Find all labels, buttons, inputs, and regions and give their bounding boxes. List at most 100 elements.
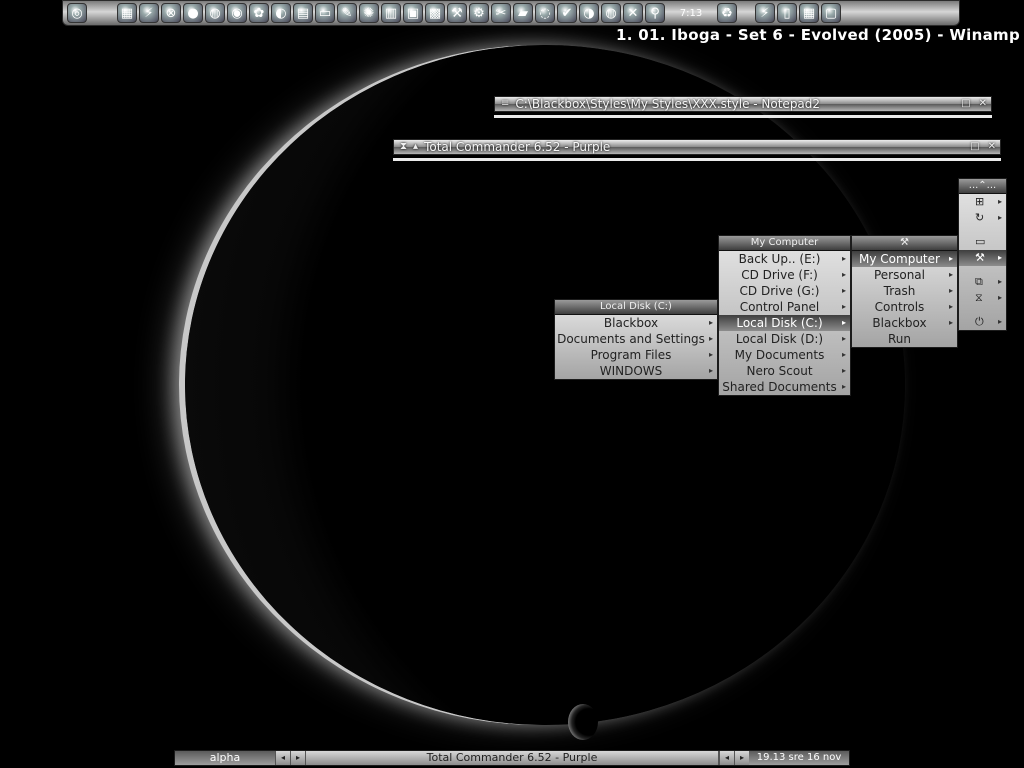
menu-item-nero-scout[interactable]: Nero Scout ▸ [719,363,850,379]
ok-icon[interactable]: ✔ [557,3,577,23]
submenu-arrow-icon: ▸ [841,350,846,359]
menu-item-windows[interactable]: WINDOWS ▸ [555,363,717,379]
tc-window-titlebar[interactable]: ⧗ ▴ Total Commander 6.52 - Purple □ ✕ [393,139,1001,155]
terminal-icon[interactable]: ▢ [821,3,841,23]
menu-item-label: Local Disk (D:) [735,332,824,346]
winamp-track-title[interactable]: 1. 01. Iboga - Set 6 - Evolved (2005) - … [616,26,1020,44]
menu-item-apps[interactable]: ⊞ ▸ [959,194,1006,210]
submenu-arrow-icon: ▸ [841,318,846,327]
task-prev-button[interactable]: ◂ [719,751,734,765]
cd-icon[interactable]: ◑ [579,3,599,23]
calendar-icon[interactable]: ▦ [117,3,137,23]
menu-item-my-documents[interactable]: My Documents ▸ [719,347,850,363]
folder-icon[interactable]: ▰ [513,3,533,23]
menu-item-run[interactable]: Run [852,331,957,347]
lightning-icon[interactable]: ⚡ [139,3,159,23]
notepad-window-frame [494,115,992,118]
lifebuoy-icon[interactable]: ⊗ [161,3,181,23]
menu-item-label: CD Drive (G:) [739,284,820,298]
submenu-arrow-icon: ▸ [841,270,846,279]
menu-title: ⚒ [852,236,957,251]
submenu-arrow-icon: ▸ [708,350,713,359]
globe-icon[interactable]: ◍ [205,3,225,23]
notepad-icon[interactable]: ▯ [777,3,797,23]
record-icon[interactable]: ● [183,3,203,23]
lightning-icon[interactable]: ⚡ [755,3,775,23]
menu-item-label: Controls [874,300,925,314]
grid-icon: ⊞ [975,195,985,208]
menu-separator [959,226,1006,234]
menu-item-cd-drive-f[interactable]: CD Drive (F:) ▸ [719,267,850,283]
menu-item-personal[interactable]: Personal ▸ [852,267,957,283]
monitor-icon[interactable]: ▣ [403,3,423,23]
submenu-arrow-icon: ▸ [841,254,846,263]
workspace-next-button[interactable]: ▸ [290,751,305,765]
close-icon[interactable]: ✕ [988,140,996,154]
menu-item-local-disk-c[interactable]: Local Disk (C:) ▸ [719,315,850,331]
menu-item-backup-e[interactable]: Back Up.. (E:) ▸ [719,251,850,267]
notepad-window-titlebar[interactable]: ≡ C:\Blackbox\Styles\My Styles\XXX.style… [494,96,992,112]
menu-item-tools[interactable]: ⚒ ▸ [959,250,1006,266]
menu-item-my-computer[interactable]: My Computer ▸ [852,251,957,267]
scissors-icon[interactable]: ✕ [623,3,643,23]
menu-title: Local Disk (C:) [555,300,717,315]
book-icon[interactable]: ▤ [293,3,313,23]
menu-item-label: Back Up.. (E:) [738,252,821,266]
globe-icon[interactable]: ◍ [601,3,621,23]
disc-icon[interactable]: ◐ [271,3,291,23]
menu-item-cd-drive-g[interactable]: CD Drive (G:) ▸ [719,283,850,299]
browser-icon[interactable]: ◎ [67,3,87,23]
menu-item-windows[interactable]: ⧉ ▸ [959,274,1006,290]
menu-item-blackbox[interactable]: Blackbox ▸ [852,315,957,331]
hourglass-icon: ⧖ [975,291,983,304]
menu-item-folder[interactable]: ▭ [959,234,1006,250]
menu-item-trash[interactable]: Trash ▸ [852,283,957,299]
menu-item-blackbox[interactable]: Blackbox ▸ [555,315,717,331]
paint-icon[interactable]: ✎ [337,3,357,23]
task-button[interactable]: Total Commander 6.52 - Purple [305,751,719,765]
link-icon[interactable]: ⚲ [645,3,665,23]
menu-item-shared-documents[interactable]: Shared Documents ▸ [719,379,850,395]
tools-icon[interactable]: ⚒ [447,3,467,23]
menu-item-label: My Computer [859,252,940,266]
menu-item-workspaces[interactable]: ⧖ ▸ [959,290,1006,306]
sticky-icon[interactable]: ⧗ [400,140,407,154]
recycle-bin-icon[interactable]: ♻ [717,3,737,23]
submenu-arrow-icon: ▸ [997,197,1002,206]
menu-tools: ⚒ My Computer ▸ Personal ▸ Trash ▸ Controls… [851,235,958,348]
wrench-icon[interactable]: ✂ [491,3,511,23]
maximize-icon[interactable]: □ [970,140,979,154]
moon-crescent [568,704,598,740]
film-icon[interactable]: ▥ [381,3,401,23]
power-icon: ⏻ [975,315,984,328]
document-icon[interactable]: ▭ [315,3,335,23]
menu-item-label: Shared Documents [722,380,837,394]
picture-icon[interactable]: ▩ [425,3,445,23]
menu-item-shortcuts[interactable]: ↻ ▸ [959,210,1006,226]
menu-item-shutdown[interactable]: ⏻ ▸ [959,314,1006,330]
cd-icon[interactable]: ◉ [227,3,247,23]
menu-item-controls[interactable]: Controls ▸ [852,299,957,315]
menu-item-local-disk-d[interactable]: Local Disk (D:) ▸ [719,331,850,347]
fruityloops-icon[interactable]: ✿ [249,3,269,23]
menu-icon[interactable]: ≡ [501,97,509,111]
close-icon[interactable]: ✕ [979,97,987,111]
shade-icon[interactable]: ▴ [413,140,418,154]
redo-icon: ↻ [975,211,985,224]
menu-item-program-files[interactable]: Program Files ▸ [555,347,717,363]
menu-title: My Computer [719,236,850,251]
menu-item-control-panel[interactable]: Control Panel ▸ [719,299,850,315]
palette-icon[interactable]: ✺ [359,3,379,23]
task-next-button[interactable]: ▸ [734,751,749,765]
maximize-icon[interactable]: □ [961,97,970,111]
lifebuoy-icon[interactable]: ◌ [535,3,555,23]
menu-item-label: WINDOWS [599,364,663,378]
calendar-icon[interactable]: ▦ [799,3,819,23]
submenu-arrow-icon: ▸ [948,254,953,263]
workspace-name[interactable]: alpha [175,751,275,765]
workspace-prev-button[interactable]: ◂ [275,751,290,765]
menu-separator [959,306,1006,314]
menu-item-label: CD Drive (F:) [741,268,818,282]
menu-item-documents-and-settings[interactable]: Documents and Settings ▸ [555,331,717,347]
gear-icon[interactable]: ⚙ [469,3,489,23]
